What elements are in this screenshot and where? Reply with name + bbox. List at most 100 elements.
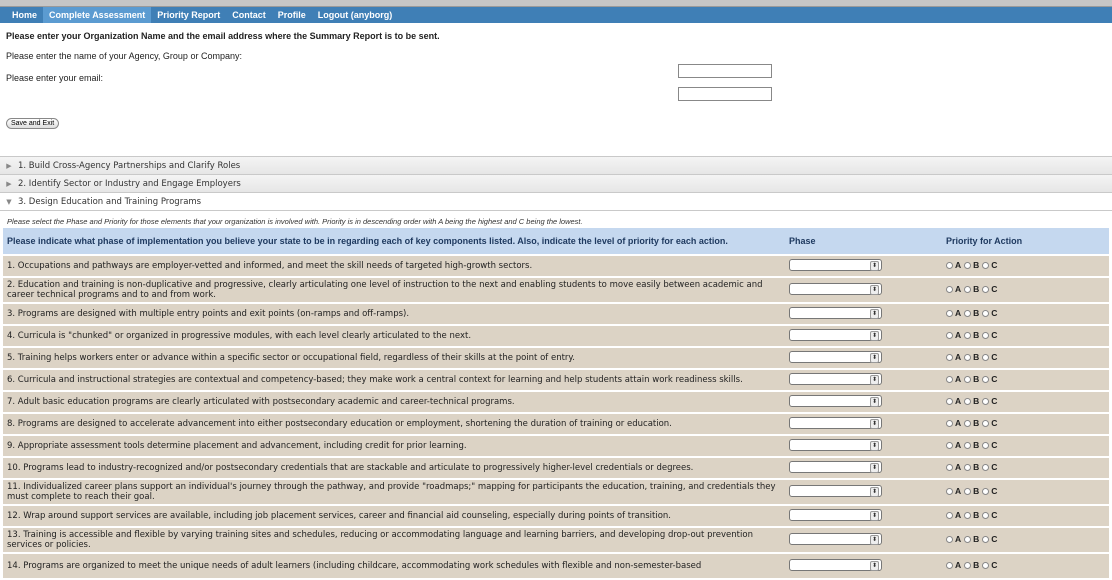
phase-select[interactable]: ⬍ bbox=[789, 460, 882, 473]
priority-label: C bbox=[991, 284, 998, 295]
updown-arrow-icon: ⬍ bbox=[870, 440, 879, 451]
priority-radio-b[interactable] bbox=[964, 353, 972, 361]
priority-label: A bbox=[955, 510, 962, 521]
org-name-input[interactable] bbox=[678, 64, 772, 78]
priority-radio-group: ABC bbox=[946, 374, 999, 384]
phase-select[interactable]: ⬍ bbox=[789, 558, 882, 571]
priority-radio-c[interactable] bbox=[982, 397, 990, 405]
section-header-2[interactable]: ▶ 2. Identify Sector or Industry and Eng… bbox=[0, 174, 1112, 193]
priority-label: B bbox=[973, 418, 980, 429]
phase-select[interactable]: ⬍ bbox=[789, 416, 882, 429]
phase-select[interactable]: ⬍ bbox=[789, 258, 882, 271]
email-input[interactable] bbox=[678, 87, 772, 101]
component-text: 6. Curricula and instructional strategie… bbox=[3, 370, 783, 390]
priority-radio-a[interactable] bbox=[946, 309, 953, 317]
priority-radio-c[interactable] bbox=[982, 309, 990, 317]
priority-radio-c[interactable] bbox=[982, 331, 990, 339]
priority-label: C bbox=[991, 486, 998, 497]
priority-radio-b[interactable] bbox=[964, 419, 972, 427]
priority-radio-b[interactable] bbox=[964, 397, 972, 405]
phase-select[interactable]: ⬍ bbox=[789, 282, 882, 295]
nav-home[interactable]: Home bbox=[6, 7, 43, 23]
section-instructions: Please select the Phase and Priority for… bbox=[7, 217, 583, 226]
priority-radio-b[interactable] bbox=[964, 261, 972, 269]
section-label: 3. Design Education and Training Program… bbox=[18, 196, 202, 207]
phase-select[interactable]: ⬍ bbox=[789, 328, 882, 341]
save-and-exit-button[interactable]: Save and Exit bbox=[6, 118, 60, 129]
nav-priority-report[interactable]: Priority Report bbox=[151, 7, 226, 23]
priority-radio-a[interactable] bbox=[946, 353, 953, 361]
phase-select[interactable]: ⬍ bbox=[789, 350, 882, 363]
priority-label: B bbox=[973, 308, 980, 319]
table-row: 6. Curricula and instructional strategie… bbox=[3, 370, 1109, 390]
org-name-label: Please enter the name of your Agency, Gr… bbox=[6, 51, 242, 61]
priority-radio-c[interactable] bbox=[982, 375, 990, 383]
assessment-table: Please indicate what phase of implementa… bbox=[3, 226, 1109, 580]
priority-radio-b[interactable] bbox=[964, 441, 972, 449]
section-header-1[interactable]: ▶ 1. Build Cross-Agency Partnerships and… bbox=[0, 156, 1112, 175]
table-header-row: Please indicate what phase of implementa… bbox=[3, 228, 1109, 254]
priority-radio-group: ABC bbox=[946, 308, 999, 318]
phase-cell: ⬍ bbox=[783, 528, 940, 552]
priority-radio-a[interactable] bbox=[946, 561, 953, 569]
nav-logout[interactable]: Logout (anyborg) bbox=[312, 7, 398, 23]
priority-radio-a[interactable] bbox=[946, 285, 953, 293]
priority-radio-a[interactable] bbox=[946, 463, 953, 471]
priority-radio-c[interactable] bbox=[982, 441, 990, 449]
table-row: 3. Programs are designed with multiple e… bbox=[3, 304, 1109, 324]
component-text: 5. Training helps workers enter or advan… bbox=[3, 348, 783, 368]
priority-radio-b[interactable] bbox=[964, 463, 972, 471]
nav-complete-assessment[interactable]: Complete Assessment bbox=[43, 7, 152, 23]
priority-radio-a[interactable] bbox=[946, 331, 953, 339]
priority-radio-c[interactable] bbox=[982, 535, 990, 543]
priority-radio-b[interactable] bbox=[964, 511, 972, 519]
priority-radio-c[interactable] bbox=[982, 419, 990, 427]
priority-radio-c[interactable] bbox=[982, 511, 990, 519]
table-row: 14. Programs are organized to meet the u… bbox=[3, 554, 1109, 578]
priority-radio-a[interactable] bbox=[946, 261, 953, 269]
phase-select[interactable]: ⬍ bbox=[789, 508, 882, 521]
phase-select[interactable]: ⬍ bbox=[789, 484, 882, 497]
priority-radio-b[interactable] bbox=[964, 309, 972, 317]
priority-radio-b[interactable] bbox=[964, 331, 972, 339]
priority-radio-c[interactable] bbox=[982, 487, 990, 495]
priority-radio-a[interactable] bbox=[946, 487, 953, 495]
nav-profile[interactable]: Profile bbox=[272, 7, 312, 23]
priority-radio-a[interactable] bbox=[946, 419, 953, 427]
phase-select[interactable]: ⬍ bbox=[789, 372, 882, 385]
component-text: 1. Occupations and pathways are employer… bbox=[3, 256, 783, 276]
priority-radio-a[interactable] bbox=[946, 441, 953, 449]
updown-arrow-icon: ⬍ bbox=[870, 462, 879, 473]
priority-radio-c[interactable] bbox=[982, 285, 990, 293]
priority-cell: ABC bbox=[940, 480, 1109, 504]
priority-label: A bbox=[955, 330, 962, 341]
priority-radio-a[interactable] bbox=[946, 397, 953, 405]
priority-radio-b[interactable] bbox=[964, 487, 972, 495]
priority-radio-c[interactable] bbox=[982, 561, 990, 569]
priority-radio-c[interactable] bbox=[982, 261, 990, 269]
priority-radio-b[interactable] bbox=[964, 285, 972, 293]
phase-select[interactable]: ⬍ bbox=[789, 394, 882, 407]
priority-radio-b[interactable] bbox=[964, 561, 972, 569]
priority-radio-c[interactable] bbox=[982, 353, 990, 361]
priority-cell: ABC bbox=[940, 348, 1109, 368]
nav-contact[interactable]: Contact bbox=[226, 7, 272, 23]
phase-select[interactable]: ⬍ bbox=[789, 306, 882, 319]
table-row: 11. Individualized career plans support … bbox=[3, 480, 1109, 504]
priority-label: B bbox=[973, 534, 980, 545]
priority-radio-a[interactable] bbox=[946, 511, 953, 519]
priority-label: C bbox=[991, 396, 998, 407]
priority-radio-c[interactable] bbox=[982, 463, 990, 471]
priority-label: B bbox=[973, 462, 980, 473]
section-header-3[interactable]: ▼ 3. Design Education and Training Progr… bbox=[0, 192, 1112, 211]
phase-cell: ⬍ bbox=[783, 348, 940, 368]
phase-select[interactable]: ⬍ bbox=[789, 438, 882, 451]
priority-radio-a[interactable] bbox=[946, 375, 953, 383]
priority-radio-group: ABC bbox=[946, 510, 999, 520]
phase-cell: ⬍ bbox=[783, 326, 940, 346]
phase-select[interactable]: ⬍ bbox=[789, 532, 882, 545]
priority-radio-b[interactable] bbox=[964, 535, 972, 543]
priority-radio-a[interactable] bbox=[946, 535, 953, 543]
priority-label: B bbox=[973, 284, 980, 295]
priority-radio-b[interactable] bbox=[964, 375, 972, 383]
